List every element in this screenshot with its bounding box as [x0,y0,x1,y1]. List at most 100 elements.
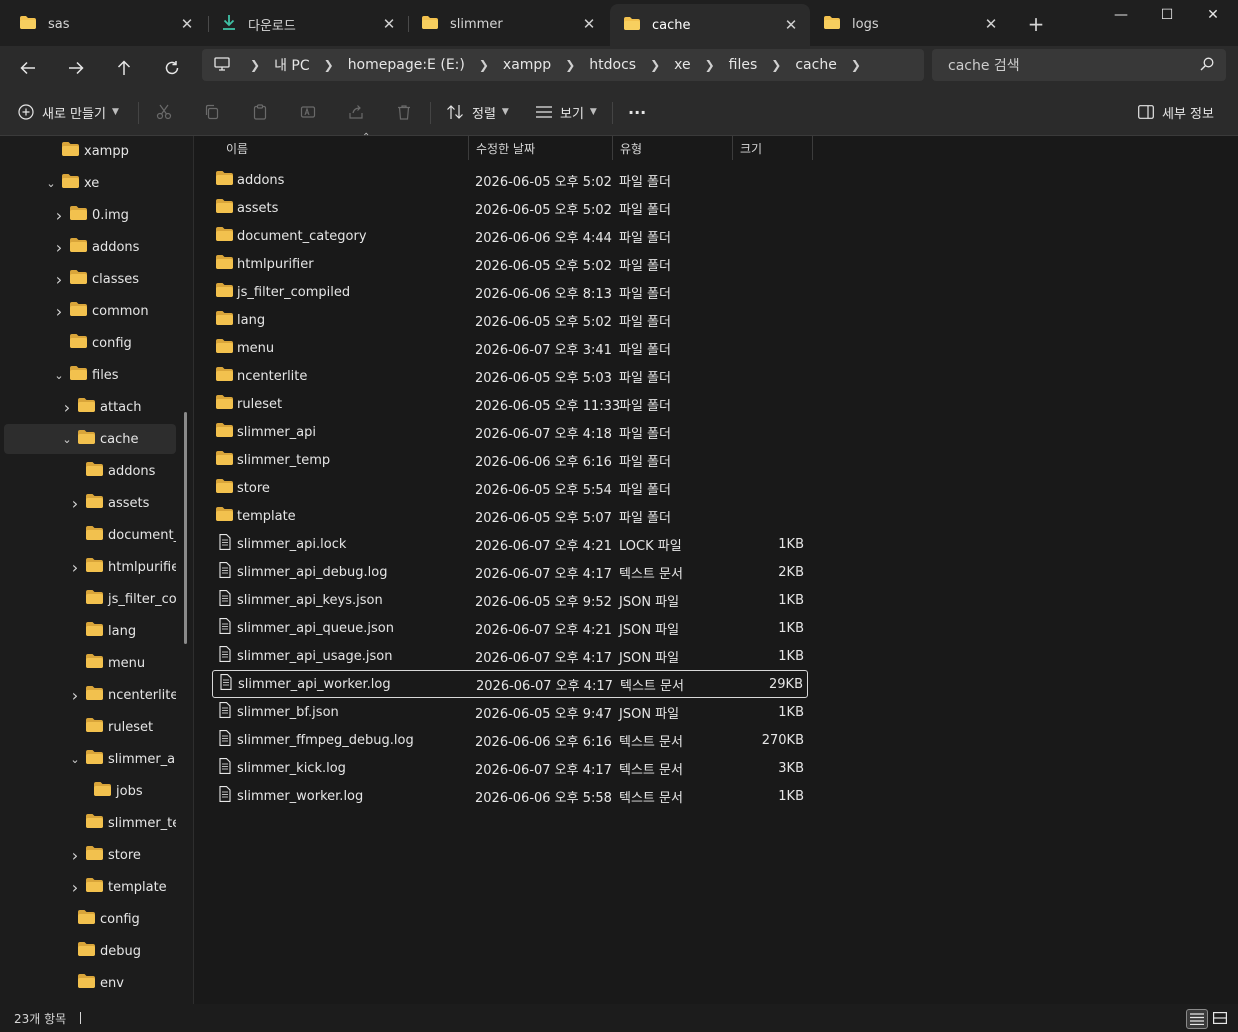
chevron-down-icon[interactable]: ⌄ [60,433,74,446]
column-header-name[interactable]: 이름 ⌃ [218,132,468,160]
chevron-right-icon[interactable]: › [52,302,66,321]
breadcrumb-files[interactable]: files [719,57,768,73]
tree-item-ruleset[interactable]: ruleset [4,712,176,742]
view-button[interactable]: 보기 ▼ [536,100,597,124]
tab-sas[interactable]: sas ✕ [6,6,206,42]
close-icon[interactable]: ✕ [782,16,800,34]
chevron-right-icon[interactable]: ❯ [701,58,719,72]
tree-item-attach[interactable]: › attach [4,392,176,422]
folder-row[interactable]: ncenterlite 2026-06-05 오후 5:03 파일 폴더 [212,362,808,390]
chevron-right-icon[interactable]: ❯ [561,58,579,72]
tree-item-template[interactable]: › template [4,872,176,902]
chevron-right-icon[interactable]: › [52,206,66,225]
tree-item-assets[interactable]: › assets [4,488,176,518]
tree-item-slimmer-api[interactable]: ⌄ slimmer_api [4,744,176,774]
sort-button[interactable]: 정렬 ▼ [446,100,509,124]
breadcrumb-cache[interactable]: cache [785,57,846,73]
folder-row[interactable]: lang 2026-06-05 오후 5:02 파일 폴더 [212,306,808,334]
address-bar[interactable]: ❯ 내 PC ❯ homepage:E (E:) ❯ xampp ❯ htdoc… [202,49,924,81]
folder-row[interactable]: slimmer_temp 2026-06-06 오후 6:16 파일 폴더 [212,446,808,474]
tree-item-menu[interactable]: menu [4,648,176,678]
refresh-button[interactable] [156,52,188,84]
search-input[interactable]: cache 검색 [932,49,1226,81]
tree-item-env[interactable]: env [4,968,176,998]
tab-slimmer[interactable]: slimmer ✕ [408,6,608,42]
details-view-button[interactable] [1186,1009,1208,1029]
chevron-down-icon[interactable]: ⌄ [52,369,66,382]
tree-item-config[interactable]: config [4,904,176,934]
tree-item-jobs[interactable]: jobs [4,776,176,806]
folder-row[interactable]: template 2026-06-05 오후 5:07 파일 폴더 [212,502,808,530]
tab-download[interactable]: 다운로드 ✕ [208,6,408,42]
chevron-right-icon[interactable]: ❯ [847,58,865,72]
tree-item-common[interactable]: › common [4,296,176,326]
column-header-type[interactable]: 유형 [612,136,732,160]
file-row[interactable]: slimmer_api_worker.log 2026-06-07 오후 4:17… [212,670,808,698]
chevron-right-icon[interactable]: › [68,846,82,865]
file-row[interactable]: slimmer_api_debug.log 2026-06-07 오후 4:17 텍… [212,558,808,586]
more-button[interactable]: ··· [628,100,646,124]
file-row[interactable]: slimmer_api_keys.json 2026-06-05 오후 9:52 J… [212,586,808,614]
tree-item-files[interactable]: ⌄ files [4,360,176,390]
chevron-right-icon[interactable]: ❯ [646,58,664,72]
cut-button[interactable] [156,100,172,124]
chevron-right-icon[interactable]: › [68,494,82,513]
tree-item-ncenterlite[interactable]: › ncenterlite [4,680,176,710]
chevron-down-icon[interactable]: ⌄ [68,753,82,766]
breadcrumb-drive[interactable]: homepage:E (E:) [338,57,475,73]
folder-row[interactable]: js_filter_compiled 2026-06-06 오후 8:13 파일 폴… [212,278,808,306]
chevron-right-icon[interactable]: › [52,238,66,257]
chevron-right-icon[interactable]: ❯ [320,58,338,72]
tree-item-cache[interactable]: ⌄ cache [4,424,176,454]
file-row[interactable]: slimmer_bf.json 2026-06-05 오후 9:47 JSON 파일… [212,698,808,726]
breadcrumb-xampp[interactable]: xampp [493,57,561,73]
folder-row[interactable]: menu 2026-06-07 오후 3:41 파일 폴더 [212,334,808,362]
folder-row[interactable]: store 2026-06-05 오후 5:54 파일 폴더 [212,474,808,502]
close-icon[interactable]: ✕ [580,15,598,33]
folder-row[interactable]: slimmer_api 2026-06-07 오후 4:18 파일 폴더 [212,418,808,446]
breadcrumb-htdocs[interactable]: htdocs [579,57,646,73]
delete-button[interactable] [396,100,412,124]
close-icon[interactable]: ✕ [178,15,196,33]
folder-row[interactable]: htmlpurifier 2026-06-05 오후 5:02 파일 폴더 [212,250,808,278]
paste-button[interactable] [252,100,268,124]
chevron-right-icon[interactable]: › [60,398,74,417]
folder-row[interactable]: addons 2026-06-05 오후 5:02 파일 폴더 [212,166,808,194]
forward-button[interactable] [60,52,92,84]
chevron-right-icon[interactable]: ❯ [475,58,493,72]
copy-button[interactable] [204,100,220,124]
rename-button[interactable] [300,100,316,124]
tree-item-slimmer-ten[interactable]: slimmer_ten [4,808,176,838]
navigation-pane[interactable]: xampp ⌄ xe › 0.img › addons › classes › common conf… [0,136,194,1004]
maximize-button[interactable]: ☐ [1144,2,1190,28]
file-row[interactable]: slimmer_api_usage.json 2026-06-07 오후 4:17… [212,642,808,670]
file-row[interactable]: slimmer_ffmpeg_debug.log 2026-06-06 오후 6:… [212,726,808,754]
chevron-right-icon[interactable]: › [68,686,82,705]
tab-logs[interactable]: logs ✕ [810,6,1010,42]
tree-item-store[interactable]: › store [4,840,176,870]
file-list[interactable]: 이름 ⌃ 수정한 날짜 유형 크기 addons 2026-06-05 오후 5:… [196,132,1238,1004]
folder-row[interactable]: ruleset 2026-06-05 오후 11:33 파일 폴더 [212,390,808,418]
tree-item-document-c[interactable]: document_c [4,520,176,550]
tab-cache[interactable]: cache ✕ [610,4,810,46]
close-icon[interactable]: ✕ [982,15,1000,33]
sidebar-scrollbar[interactable] [184,412,187,644]
share-button[interactable] [348,100,364,124]
details-button[interactable]: 세부 정보 [1138,100,1214,124]
tree-item-xe[interactable]: ⌄ xe [4,168,176,198]
tree-item-lang[interactable]: lang [4,616,176,646]
tree-item-0-img[interactable]: › 0.img [4,200,176,230]
back-button[interactable] [12,52,44,84]
tree-item-addons[interactable]: addons [4,456,176,486]
new-button[interactable]: 새로 만들기 ▼ [18,100,119,124]
chevron-right-icon[interactable]: ❯ [767,58,785,72]
up-button[interactable] [108,52,140,84]
file-row[interactable]: slimmer_api_queue.json 2026-06-07 오후 4:21… [212,614,808,642]
tree-item-xampp[interactable]: xampp [4,136,176,166]
tree-item-htmlpurifier[interactable]: › htmlpurifier [4,552,176,582]
tree-item-js-filter-com[interactable]: js_filter_com [4,584,176,614]
chevron-down-icon[interactable]: ⌄ [44,177,58,190]
file-row[interactable]: slimmer_kick.log 2026-06-07 오후 4:17 텍스트 문서… [212,754,808,782]
file-row[interactable]: slimmer_api.lock 2026-06-07 오후 4:21 LOCK 파… [212,530,808,558]
chevron-right-icon[interactable]: › [52,270,66,289]
